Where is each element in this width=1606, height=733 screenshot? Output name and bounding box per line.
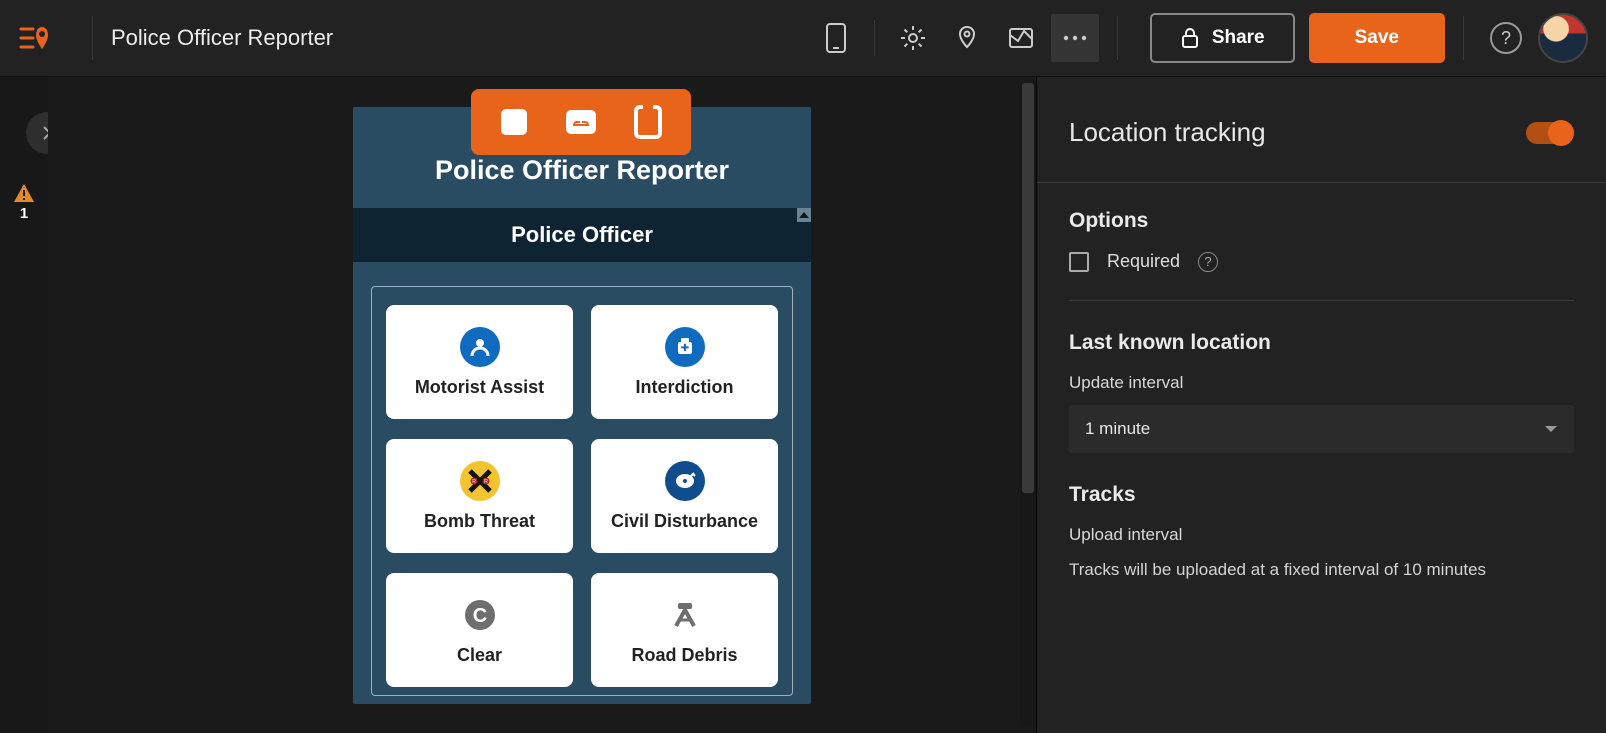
divider (1069, 300, 1574, 301)
lkl-heading: Last known location (1069, 331, 1574, 355)
chevron-down-icon (1544, 424, 1558, 434)
tile-civil-disturbance[interactable]: Civil Disturbance (591, 439, 778, 553)
user-avatar[interactable] (1538, 13, 1588, 63)
update-interval-label: Update interval (1069, 373, 1574, 393)
panel-title: Location tracking (1069, 117, 1266, 148)
tile-label: Interdiction (636, 377, 734, 398)
design-canvas[interactable]: Police Officer Reporter Police Officer M… (48, 77, 1036, 733)
divider (92, 16, 93, 60)
divider (1463, 16, 1464, 60)
tile-label: Bomb Threat (424, 511, 535, 532)
project-title: Police Officer Reporter (111, 25, 333, 51)
svg-text:C: C (472, 605, 486, 627)
upload-interval-label: Upload interval (1069, 525, 1574, 545)
tile-road-debris[interactable]: Road Debris (591, 573, 778, 687)
share-button[interactable]: Share (1150, 13, 1295, 63)
toolbar-icon-group (812, 14, 1099, 62)
element-toolbar (471, 89, 691, 155)
bomb-threat-icon: RR (460, 461, 500, 501)
offline-map-button[interactable] (997, 14, 1045, 62)
tile-label: Clear (457, 645, 502, 666)
upload-interval-description: Tracks will be uploaded at a fixed inter… (1069, 557, 1574, 583)
toolbar-link-button[interactable] (562, 103, 600, 141)
clear-icon: C (460, 595, 500, 635)
preview-scrollbar[interactable] (797, 208, 811, 262)
tile-interdiction[interactable]: ✚ Interdiction (591, 305, 778, 419)
location-tracking-toggle[interactable] (1526, 122, 1574, 144)
required-help-button[interactable]: ? (1198, 252, 1218, 272)
left-rail: 1 (0, 77, 48, 733)
preview-section-title: Police Officer (511, 222, 653, 247)
link-icon (571, 116, 591, 128)
svg-text:R: R (484, 479, 488, 485)
required-checkbox[interactable] (1069, 252, 1089, 272)
tile-label: Motorist Assist (415, 377, 544, 398)
properties-panel: Location tracking Options Required ? Las… (1037, 77, 1606, 733)
interdiction-icon: ✚ (665, 327, 705, 367)
warning-badge[interactable]: 1 (13, 183, 35, 222)
toolbar-fill-button[interactable] (495, 103, 533, 141)
tracks-heading: Tracks (1069, 483, 1574, 507)
divider (1117, 16, 1118, 60)
civil-disturbance-icon (665, 461, 705, 501)
save-label: Save (1355, 27, 1399, 49)
preview-section-header: Police Officer (353, 208, 811, 262)
top-bar: Police Officer Reporter Share (0, 0, 1606, 77)
motorist-assist-icon (460, 327, 500, 367)
options-heading: Options (1069, 209, 1574, 233)
divider (874, 20, 875, 56)
help-button[interactable]: ? (1490, 22, 1522, 54)
svg-text:R: R (472, 479, 476, 485)
warning-icon (13, 183, 35, 203)
app-logo-icon (18, 21, 52, 55)
toolbar-container-button[interactable] (629, 103, 667, 141)
settings-button[interactable] (889, 14, 937, 62)
svg-text:✚: ✚ (680, 343, 688, 354)
canvas-scrollbar[interactable] (1020, 83, 1036, 727)
device-preview-button[interactable] (812, 14, 860, 62)
tile-bomb-threat[interactable]: RRBomb Threat (386, 439, 573, 553)
save-button[interactable]: Save (1309, 13, 1445, 63)
more-options-button[interactable] (1051, 14, 1099, 62)
share-label: Share (1212, 27, 1265, 49)
road-debris-icon (665, 595, 705, 635)
update-interval-value: 1 minute (1085, 419, 1150, 439)
tile-label: Civil Disturbance (611, 511, 758, 532)
map-button[interactable] (943, 14, 991, 62)
tile-label: Road Debris (631, 645, 737, 666)
required-label: Required (1107, 251, 1180, 272)
tile-motorist-assist[interactable]: Motorist Assist (386, 305, 573, 419)
tile-clear[interactable]: C Clear (386, 573, 573, 687)
warning-count: 1 (20, 205, 28, 222)
lock-icon (1180, 27, 1200, 49)
tile-container: Motorist Assist✚InterdictionRRBomb Threa… (371, 286, 793, 696)
update-interval-select[interactable]: 1 minute (1069, 405, 1574, 453)
app-preview: Police Officer Reporter Police Officer M… (353, 107, 811, 704)
